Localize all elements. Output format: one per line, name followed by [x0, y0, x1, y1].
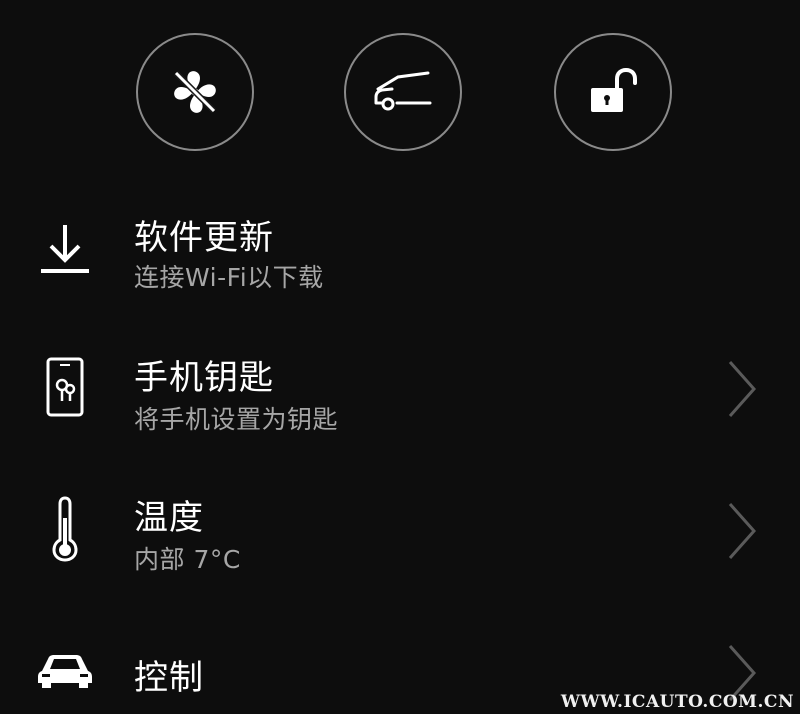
menu-item-temperature[interactable]: 温度 内部 7°C — [0, 486, 800, 596]
fan-off-icon — [173, 70, 217, 114]
menu-item-software-update[interactable]: 软件更新 连接Wi-Fi以下载 — [0, 200, 800, 310]
temperature-subtitle: 内部 7°C — [134, 545, 241, 574]
phone-key-subtitle: 将手机设置为钥匙 — [134, 405, 339, 434]
unlock-button[interactable] — [554, 33, 672, 151]
fan-off-button[interactable] — [136, 33, 254, 151]
frunk-open-icon — [374, 71, 432, 111]
frunk-button[interactable] — [344, 33, 462, 151]
controls-title: 控制 — [134, 658, 204, 698]
quick-actions-bar — [0, 33, 800, 155]
temperature-title: 温度 — [134, 498, 204, 538]
chevron-right-icon — [728, 361, 757, 417]
watermark-text: WWW.ICAUTO.COM.CN — [560, 692, 794, 712]
download-icon — [24, 214, 106, 284]
software-update-title: 软件更新 — [134, 218, 274, 258]
menu-item-phone-key[interactable]: 手机钥匙 将手机设置为钥匙 — [0, 346, 800, 456]
phone-key-icon — [24, 352, 106, 422]
unlock-icon — [591, 67, 637, 112]
car-icon — [24, 634, 106, 704]
software-update-subtitle: 连接Wi-Fi以下载 — [134, 263, 324, 292]
chevron-right-icon — [728, 503, 757, 559]
phone-key-title: 手机钥匙 — [134, 358, 274, 398]
thermometer-icon — [24, 494, 106, 564]
